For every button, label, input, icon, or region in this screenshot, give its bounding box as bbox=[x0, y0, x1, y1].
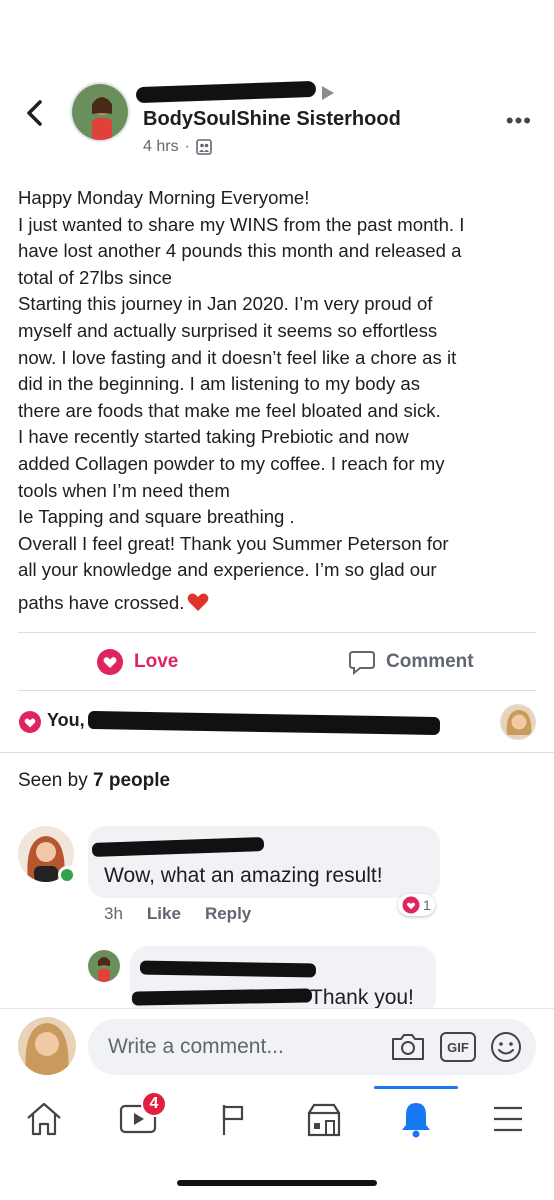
redacted-mention bbox=[131, 988, 313, 1006]
post-line: paths have crossed. bbox=[18, 591, 185, 613]
meta-separator: · bbox=[184, 138, 190, 155]
post-line: total of 27lbs since bbox=[18, 266, 173, 288]
comment-input[interactable]: Write a comment... GIF bbox=[88, 1019, 536, 1075]
bell-icon bbox=[402, 1103, 430, 1138]
comment-time: 3h bbox=[104, 904, 123, 923]
my-avatar bbox=[18, 1017, 76, 1075]
home-indicator bbox=[177, 1180, 377, 1186]
tab-menu[interactable] bbox=[480, 1094, 536, 1144]
comment-like-button[interactable]: Like bbox=[147, 904, 181, 924]
hamburger-menu-icon bbox=[494, 1106, 522, 1132]
comment-button[interactable]: Comment bbox=[348, 648, 474, 676]
post-line: I just wanted to share my WINS from the … bbox=[18, 213, 465, 235]
tab-marketplace[interactable] bbox=[296, 1094, 352, 1144]
post-line: Overall I feel great! Thank you Summer P… bbox=[18, 532, 449, 554]
post-meta: 4 hrs · bbox=[143, 138, 212, 156]
post-line: I have recently started taking Prebiotic… bbox=[18, 426, 409, 448]
post-line-last: paths have crossed. bbox=[18, 590, 538, 617]
post-header: BodySoulShine Sisterhood 4 hrs · ••• bbox=[0, 70, 554, 170]
post-line: there are foods that make me feel bloate… bbox=[18, 399, 441, 421]
watch-badge: 4 bbox=[141, 1091, 167, 1117]
online-status-dot bbox=[58, 866, 76, 884]
love-label: Love bbox=[134, 651, 179, 672]
author-avatar[interactable] bbox=[70, 82, 130, 142]
reactor-avatar bbox=[500, 704, 536, 740]
tab-home[interactable] bbox=[16, 1094, 72, 1144]
post-line: added Collagen powder to my coffee. I re… bbox=[18, 452, 445, 474]
post-line: Starting this journey in Jan 2020. I’m v… bbox=[18, 293, 433, 315]
flag-icon bbox=[222, 1105, 244, 1135]
divider bbox=[18, 632, 536, 633]
marketplace-icon bbox=[307, 1103, 341, 1137]
love-button[interactable]: Love bbox=[96, 648, 178, 676]
post-body: Happy Monday Morning Everyome! I just wa… bbox=[18, 185, 538, 617]
comment-meta: 3h Like Reply bbox=[104, 904, 251, 924]
comment-reaction-count: 1 bbox=[423, 897, 431, 913]
tab-notifications[interactable] bbox=[388, 1094, 444, 1144]
redacted-author-name bbox=[135, 80, 317, 104]
more-options-icon[interactable]: ••• bbox=[506, 108, 532, 134]
camera-icon[interactable] bbox=[390, 1031, 426, 1063]
reply-avatar[interactable] bbox=[88, 950, 120, 982]
love-reaction-icon bbox=[97, 649, 123, 675]
comment-reaction-badge[interactable]: 1 bbox=[398, 894, 435, 916]
bottom-tab-bar: 4 bbox=[0, 1086, 554, 1156]
reactions-you-label: You, bbox=[47, 710, 85, 730]
love-reaction-icon bbox=[402, 896, 420, 914]
back-arrow-icon[interactable] bbox=[22, 98, 48, 128]
post-line: did in the beginning. I am listening to … bbox=[18, 373, 421, 395]
gif-label: GIF bbox=[447, 1039, 469, 1055]
love-reaction-icon bbox=[19, 711, 41, 733]
reply-bubble[interactable]: Thank you! bbox=[130, 946, 436, 1016]
group-name[interactable]: BodySoulShine Sisterhood bbox=[143, 108, 401, 131]
comment-input-placeholder: Write a comment... bbox=[108, 1035, 284, 1058]
arrow-right-icon bbox=[322, 86, 334, 100]
post-line: Ie Tapping and square breathing . bbox=[18, 506, 295, 528]
seen-by-count: 7 people bbox=[93, 770, 171, 791]
seen-by[interactable]: Seen by 7 people bbox=[18, 770, 170, 792]
reactions-summary[interactable]: You, bbox=[0, 696, 554, 746]
post-time[interactable]: 4 hrs bbox=[143, 138, 179, 156]
post-line: Happy Monday Morning Everyome! bbox=[18, 187, 310, 208]
redacted-reply-author bbox=[139, 960, 317, 978]
comment-reply-button[interactable]: Reply bbox=[205, 904, 251, 924]
comment-bubble-icon bbox=[349, 651, 375, 676]
tab-pages[interactable] bbox=[204, 1094, 260, 1144]
seen-by-prefix: Seen by bbox=[18, 770, 93, 791]
gif-icon[interactable]: GIF bbox=[440, 1032, 476, 1062]
redacted-reactor-names bbox=[87, 710, 441, 736]
divider bbox=[0, 752, 554, 753]
redacted-commenter-name bbox=[91, 837, 265, 857]
comment-text: Wow, what an amazing result! bbox=[104, 864, 383, 887]
composer-icons: GIF bbox=[390, 1031, 522, 1063]
post-line: tools when I’m need them bbox=[18, 479, 230, 501]
active-tab-indicator bbox=[374, 1086, 458, 1089]
post-actions: Love Comment bbox=[0, 640, 554, 686]
group-members-icon bbox=[196, 139, 212, 155]
red-heart-emoji-icon bbox=[188, 593, 209, 611]
comment-composer: Write a comment... GIF bbox=[0, 1008, 554, 1086]
comment-label: Comment bbox=[386, 651, 474, 672]
home-icon bbox=[27, 1102, 61, 1136]
reply-text: Thank you! bbox=[310, 986, 414, 1009]
post-line: have lost another 4 pounds this month an… bbox=[18, 240, 462, 262]
post-line: all your knowledge and experience. I’m s… bbox=[18, 559, 437, 581]
post-line: myself and actually surprised it seems s… bbox=[18, 319, 438, 341]
emoji-smiley-icon[interactable] bbox=[490, 1031, 522, 1063]
post-line: now. I love fasting and it doesn’t feel … bbox=[18, 346, 457, 368]
divider bbox=[18, 690, 536, 691]
comment-bubble[interactable]: Wow, what an amazing result! bbox=[88, 826, 440, 898]
